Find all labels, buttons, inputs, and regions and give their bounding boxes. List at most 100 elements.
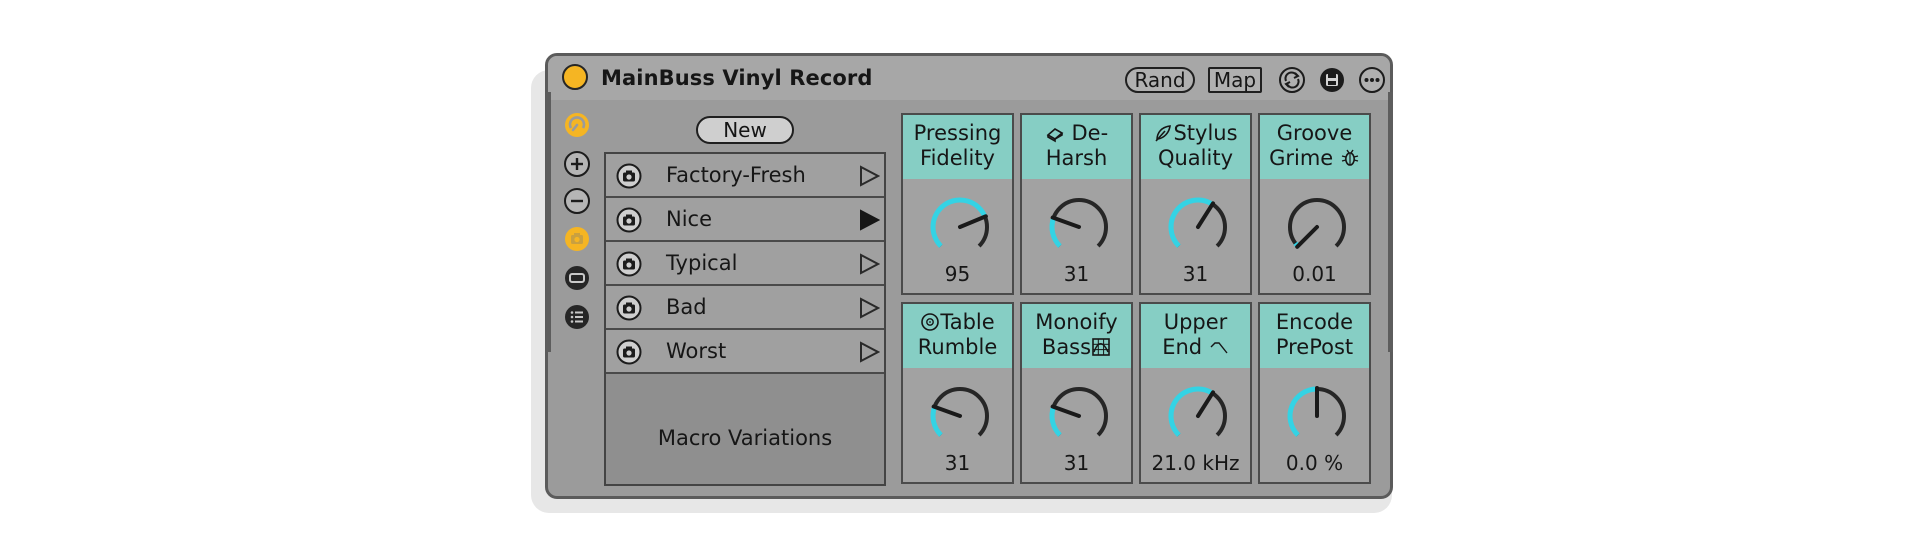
knob-dial[interactable] [1285, 195, 1349, 259]
play-outline-icon[interactable] [858, 253, 880, 275]
macro-variations-caption: Macro Variations [657, 426, 833, 450]
knob-track [931, 387, 989, 437]
knob-needle [958, 214, 988, 229]
macro-value: 31 [1182, 262, 1209, 286]
camera-icon[interactable] [616, 339, 642, 365]
bug-icon [1340, 148, 1360, 168]
knob-dial[interactable] [1285, 384, 1349, 448]
macro-variations-icon[interactable] [563, 225, 591, 253]
variation-row[interactable]: Bad [606, 286, 884, 330]
knob-track [1288, 198, 1346, 248]
knob-needle [1295, 225, 1319, 249]
remove-macro-icon[interactable] [563, 187, 591, 215]
macro-header: De- Harsh [1022, 115, 1131, 179]
camera-icon[interactable] [616, 295, 642, 321]
macro-header-line: Bass [1041, 335, 1092, 359]
knob-dial[interactable] [928, 195, 992, 259]
rack-device: MainBuss Vinyl Record Rand Map New Facto… [545, 53, 1393, 499]
variation-row[interactable]: Typical [606, 242, 884, 286]
variation-label: Worst [666, 339, 727, 363]
map-button[interactable]: Map [1208, 67, 1262, 93]
macro-value: 0.0 % [1285, 451, 1344, 475]
grid-icon [1091, 337, 1111, 357]
knob-value-arc [1168, 386, 1214, 437]
play-filled-icon[interactable] [858, 209, 880, 231]
knob-value-arc [930, 406, 943, 437]
macro-knob-upper-end[interactable]: Upper End 21.0 kHz [1139, 302, 1252, 484]
knob-value-arc [930, 197, 988, 248]
knob-dial[interactable] [1047, 195, 1111, 259]
resize-handle-right[interactable] [1388, 92, 1393, 352]
macro-header: Stylus Quality [1141, 115, 1250, 179]
camera-icon[interactable] [616, 207, 642, 233]
macro-value: 95 [944, 262, 971, 286]
knob-needle [1050, 215, 1081, 229]
macro-value: 31 [944, 451, 971, 475]
knob-needle [931, 404, 962, 418]
variation-label: Nice [666, 207, 713, 231]
macro-header-line: Grime [1269, 146, 1334, 170]
devices-list-icon[interactable] [563, 303, 591, 331]
variation-row[interactable]: Nice [606, 198, 884, 242]
chain-list-icon[interactable] [563, 264, 591, 292]
knob-needle [1196, 390, 1216, 418]
macro-knob-monoify-bass[interactable]: Monoify Bass 31 [1020, 302, 1133, 484]
macro-header-line: De- [1071, 121, 1109, 145]
camera-icon[interactable] [616, 163, 642, 189]
eraser-icon [1045, 123, 1065, 143]
title-bar: MainBuss Vinyl Record Rand Map [548, 56, 1390, 100]
macro-value: 21.0 kHz [1151, 451, 1240, 475]
macro-header-line: End [1162, 335, 1203, 359]
play-outline-icon[interactable] [858, 341, 880, 363]
knob-needle [1050, 404, 1081, 418]
more-options-icon[interactable] [1358, 66, 1386, 94]
macro-header: Upper End [1141, 304, 1250, 368]
macro-header: Encode PrePost [1260, 304, 1369, 368]
filter-curve-icon [1209, 337, 1229, 357]
macro-knob-de-harsh[interactable]: De- Harsh 31 [1020, 113, 1133, 295]
macro-value: 0.01 [1292, 262, 1337, 286]
device-activator-button[interactable] [562, 64, 588, 90]
knob-track [1050, 387, 1108, 437]
camera-icon[interactable] [616, 251, 642, 277]
variation-label: Factory-Fresh [666, 163, 806, 187]
macro-header-line: Table [940, 310, 995, 334]
play-outline-icon[interactable] [858, 165, 880, 187]
resize-handle-left[interactable] [546, 92, 551, 352]
macro-header: Table Rumble [903, 304, 1012, 368]
new-variation-button[interactable]: New [696, 116, 794, 144]
add-macro-icon[interactable] [563, 150, 591, 178]
knob-needle [1196, 201, 1216, 229]
knob-track [1050, 198, 1108, 248]
macro-knob-pressing-fidelity[interactable]: Pressing Fidelity 95 [901, 113, 1014, 295]
macro-knob-table-rumble[interactable]: Table Rumble 31 [901, 302, 1014, 484]
knob-value-arc [1168, 197, 1214, 248]
macro-header: Pressing Fidelity [903, 115, 1012, 179]
knob-dial[interactable] [1166, 384, 1230, 448]
macro-header: Monoify Bass [1022, 304, 1131, 368]
macro-knob-stylus-quality[interactable]: Stylus Quality 31 [1139, 113, 1252, 295]
hot-swap-icon[interactable] [1278, 66, 1306, 94]
variation-row[interactable]: Factory-Fresh [606, 154, 884, 198]
variation-label: Typical [666, 251, 738, 275]
rand-button[interactable]: Rand [1125, 67, 1195, 93]
variation-label: Bad [666, 295, 707, 319]
save-preset-icon[interactable] [1318, 66, 1346, 94]
knob-dial[interactable] [928, 384, 992, 448]
feather-icon [1153, 123, 1173, 143]
macro-value: 31 [1063, 262, 1090, 286]
knob-dial[interactable] [1047, 384, 1111, 448]
record-icon [920, 312, 940, 332]
macro-knob-encode-prepost[interactable]: Encode PrePost 0.0 % [1258, 302, 1371, 484]
knob-value-arc [1049, 217, 1062, 248]
macro-header-line: Stylus [1173, 121, 1238, 145]
macro-knob-groove-grime[interactable]: Groove Grime 0.01 [1258, 113, 1371, 295]
show-macros-icon[interactable] [563, 111, 591, 139]
knob-value-arc [1049, 406, 1062, 437]
macro-value: 31 [1063, 451, 1090, 475]
knob-value-arc [1287, 386, 1318, 437]
variation-row[interactable]: Worst [606, 330, 884, 374]
play-outline-icon[interactable] [858, 297, 880, 319]
macro-header: Groove Grime [1260, 115, 1369, 179]
knob-dial[interactable] [1166, 195, 1230, 259]
